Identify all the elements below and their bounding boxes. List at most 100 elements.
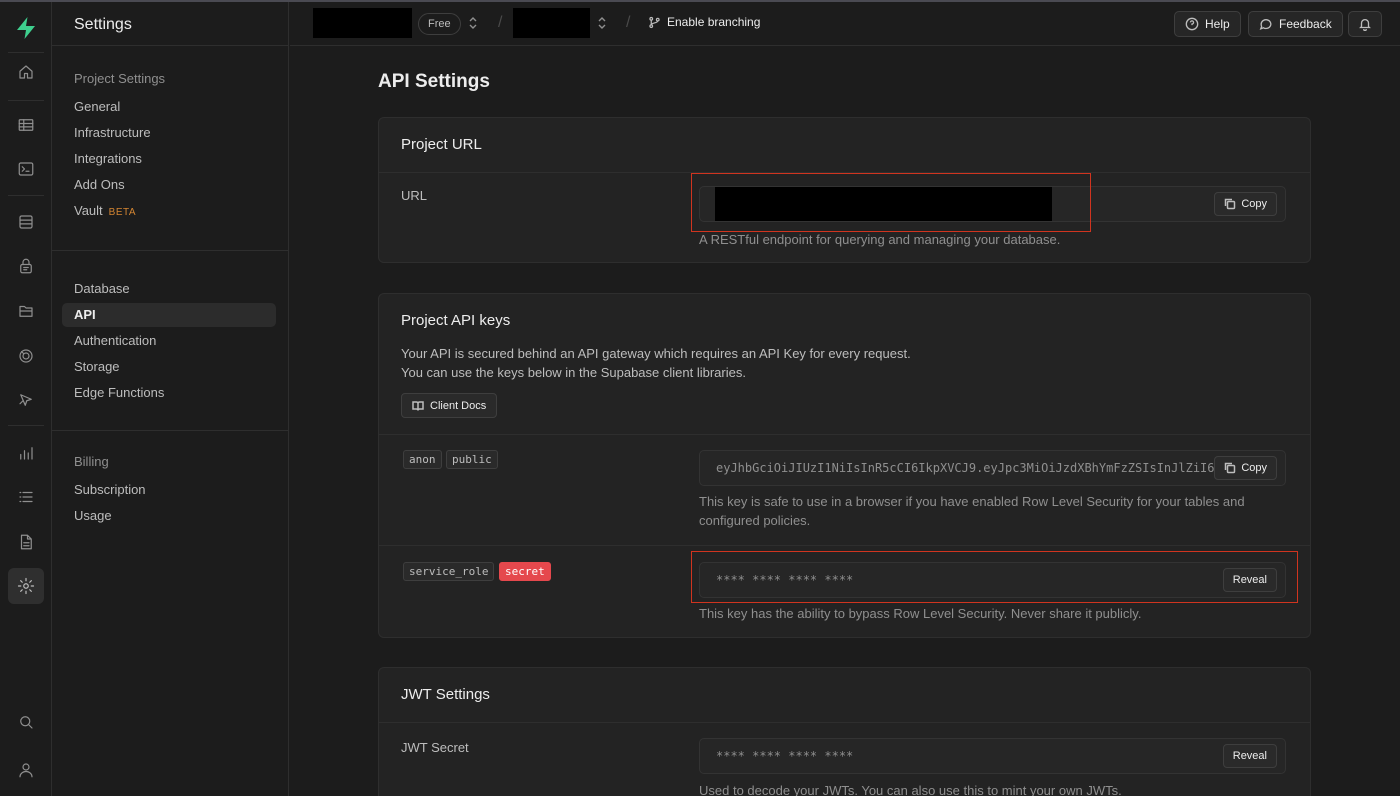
user-icon[interactable]: [8, 752, 44, 788]
icon-rail: [0, 2, 52, 796]
api-keys-title: Project API keys: [401, 312, 511, 329]
beta-badge: BETA: [108, 207, 137, 218]
service-role-key-field[interactable]: **** **** **** **** Reveal: [699, 562, 1286, 598]
breadcrumb-separator: /: [498, 14, 503, 31]
jwt-settings-panel: JWT Settings JWT Secret **** **** **** *…: [378, 667, 1311, 796]
copy-label: Copy: [1241, 462, 1267, 474]
jwt-secret-label: JWT Secret: [401, 740, 469, 755]
reveal-service-role-button[interactable]: Reveal: [1222, 568, 1277, 592]
page-title: API Settings: [378, 71, 490, 92]
help-circle-icon: [1185, 17, 1199, 31]
sidebar-item-api[interactable]: API: [62, 303, 276, 327]
sidebar-divider: [52, 430, 288, 431]
enable-branching-button[interactable]: Enable branching: [648, 15, 760, 29]
database-icon[interactable]: [8, 204, 44, 240]
plan-badge: Free: [418, 13, 461, 35]
client-docs-button[interactable]: Client Docs: [401, 393, 498, 418]
sidebar-item-authentication[interactable]: Authentication: [62, 329, 276, 353]
auth-icon[interactable]: [8, 248, 44, 284]
client-docs-label: Client Docs: [430, 399, 487, 412]
rail-divider: [8, 52, 44, 53]
api-docs-icon[interactable]: [8, 524, 44, 560]
breadcrumb-separator: /: [626, 14, 631, 31]
main-content: API Settings Project URL URL Copy A REST…: [290, 47, 1400, 796]
anon-tag: anon: [403, 450, 442, 469]
service-role-help: This key has the ability to bypass Row L…: [699, 606, 1142, 621]
realtime-icon[interactable]: [8, 338, 44, 374]
reports-icon[interactable]: [8, 435, 44, 471]
help-label: Help: [1205, 17, 1230, 31]
sidebar-title: Settings: [74, 16, 132, 33]
sidebar-item-usage[interactable]: Usage: [62, 504, 276, 528]
group-heading-project-settings: Project Settings: [74, 71, 166, 86]
project-url-title: Project URL: [401, 136, 482, 153]
copy-icon: [1225, 198, 1236, 210]
sidebar-divider: [52, 250, 288, 251]
anon-key-field[interactable]: eyJhbGciOiJIUzI1NiIsInR5cCI6IkpXVCJ9.eyJ…: [699, 450, 1286, 486]
feedback-label: Feedback: [1279, 17, 1332, 31]
bell-icon: [1359, 18, 1371, 31]
api-keys-description-2: You can use the keys below in the Supaba…: [401, 365, 746, 380]
reveal-label: Reveal: [1232, 750, 1267, 762]
table-editor-icon[interactable]: [8, 107, 44, 143]
logs-icon[interactable]: [8, 479, 44, 515]
panel-divider: [379, 722, 1310, 723]
sidebar-item-subscription[interactable]: Subscription: [62, 478, 276, 502]
rail-divider: [8, 425, 44, 426]
secret-tag: secret: [499, 562, 551, 581]
sidebar-item-database[interactable]: Database: [62, 277, 276, 301]
enable-branching-label: Enable branching: [667, 15, 761, 29]
copy-label: Copy: [1241, 198, 1267, 210]
anon-key-value: eyJhbGciOiJIUzI1NiIsInR5cCI6IkpXVCJ9.eyJ…: [716, 461, 1215, 475]
top-bar: Free / / Enable branching Help Feedback: [290, 2, 1400, 46]
sidebar-item-vault[interactable]: Vault BETA: [62, 199, 276, 223]
jwt-secret-value: **** **** **** ****: [716, 749, 854, 763]
project-switcher-chevron-icon[interactable]: [597, 15, 607, 31]
sidebar-item-edge-functions[interactable]: Edge Functions: [62, 381, 276, 405]
sql-editor-icon[interactable]: [8, 151, 44, 187]
book-open-icon: [412, 400, 424, 411]
sidebar-item-integrations[interactable]: Integrations: [62, 147, 276, 171]
service-role-tag: service_role: [403, 562, 495, 581]
sidebar-item-infrastructure[interactable]: Infrastructure: [62, 121, 276, 145]
copy-url-button[interactable]: Copy: [1214, 192, 1277, 216]
jwt-secret-field[interactable]: **** **** **** **** Reveal: [699, 738, 1286, 774]
sidebar-item-storage[interactable]: Storage: [62, 355, 276, 379]
project-url-redacted: [715, 187, 1052, 221]
org-switcher-chevron-icon[interactable]: [468, 15, 478, 31]
group-heading-billing: Billing: [74, 454, 109, 469]
edge-functions-icon[interactable]: [8, 382, 44, 418]
rail-divider: [8, 100, 44, 101]
api-keys-panel: Project API keys Your API is secured beh…: [378, 293, 1311, 638]
org-name-redacted[interactable]: [313, 8, 412, 38]
api-keys-description-1: Your API is secured behind an API gatewa…: [401, 346, 911, 361]
supabase-logo-icon[interactable]: [14, 16, 38, 40]
public-tag: public: [446, 450, 498, 469]
sidebar-item-add-ons[interactable]: Add Ons: [62, 173, 276, 197]
notifications-button[interactable]: [1348, 11, 1382, 37]
copy-anon-key-button[interactable]: Copy: [1214, 456, 1277, 480]
url-label: URL: [401, 188, 428, 203]
project-name-redacted[interactable]: [513, 8, 590, 38]
project-url-panel: Project URL URL Copy A RESTful endpoint …: [378, 117, 1311, 263]
panel-divider: [379, 434, 1310, 435]
settings-icon[interactable]: [8, 568, 44, 604]
message-icon: [1259, 19, 1272, 30]
project-url-help: A RESTful endpoint for querying and mana…: [699, 232, 1061, 247]
sidebar-item-general[interactable]: General: [62, 95, 276, 119]
jwt-settings-title: JWT Settings: [401, 686, 490, 703]
rail-divider: [8, 195, 44, 196]
reveal-label: Reveal: [1232, 574, 1267, 586]
jwt-secret-help: Used to decode your JWTs. You can also u…: [699, 783, 1122, 796]
home-icon[interactable]: [8, 54, 44, 90]
panel-divider: [379, 545, 1310, 546]
project-url-field[interactable]: Copy: [699, 186, 1286, 222]
reveal-jwt-secret-button[interactable]: Reveal: [1222, 744, 1277, 768]
sidebar-item-label: Vault: [74, 203, 103, 218]
feedback-button[interactable]: Feedback: [1248, 11, 1343, 37]
service-role-key-value: **** **** **** ****: [716, 573, 854, 587]
help-button[interactable]: Help: [1174, 11, 1241, 37]
panel-divider: [379, 172, 1310, 173]
search-icon[interactable]: [8, 704, 44, 740]
storage-icon[interactable]: [8, 293, 44, 329]
